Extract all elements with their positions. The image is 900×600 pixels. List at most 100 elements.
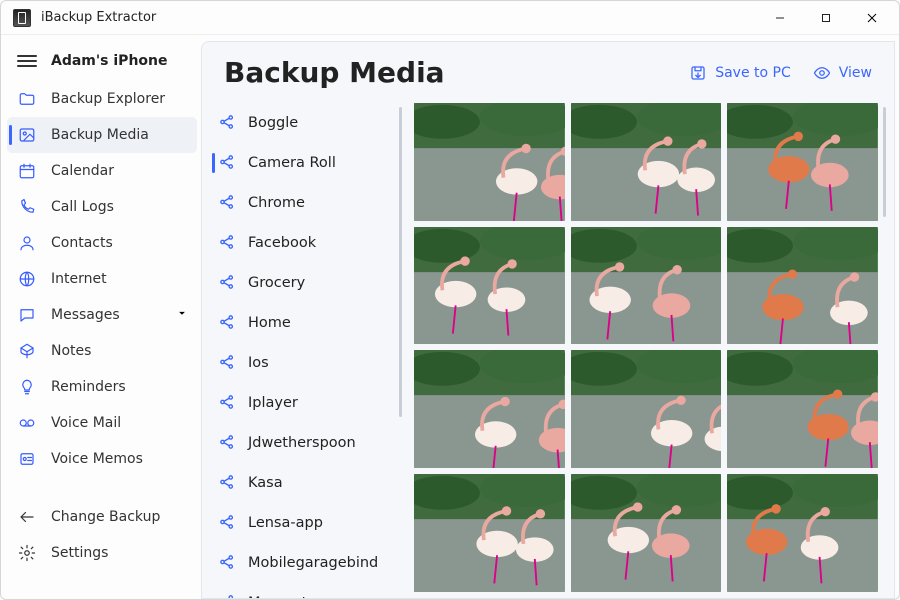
photo-thumbnail[interactable]: [727, 350, 878, 468]
album-item[interactable]: Facebook: [212, 223, 402, 263]
voicemail-icon: [17, 413, 37, 433]
album-item[interactable]: Grocery: [212, 263, 402, 303]
view-button[interactable]: View: [813, 64, 872, 82]
photo-thumbnail[interactable]: [414, 474, 565, 592]
contact-icon: [17, 233, 37, 253]
photo-grid: [414, 103, 878, 592]
photo-thumbnail[interactable]: [571, 474, 722, 592]
share-icon: [218, 393, 238, 413]
album-label: Boggle: [248, 115, 298, 131]
album-label: Chrome: [248, 195, 305, 211]
album-label: Moments: [248, 595, 315, 598]
photo-thumbnail[interactable]: [571, 227, 722, 345]
close-button[interactable]: [849, 1, 895, 35]
share-icon: [218, 233, 238, 253]
save-to-pc-label: Save to PC: [715, 65, 791, 81]
photo-thumbnail[interactable]: [727, 227, 878, 345]
sidebar-item-internet[interactable]: Internet: [7, 261, 197, 297]
photo-thumbnail[interactable]: [414, 103, 565, 221]
body: Adam's iPhone Backup Explorer Backup Medi…: [1, 35, 899, 599]
sidebar-item-contacts[interactable]: Contacts: [7, 225, 197, 261]
album-item[interactable]: Camera Roll: [212, 143, 402, 183]
minimize-button[interactable]: [757, 1, 803, 35]
sidebar-item-voice-mail[interactable]: Voice Mail: [7, 405, 197, 441]
photo-thumbnail[interactable]: [571, 350, 722, 468]
sidebar-item-backup-explorer[interactable]: Backup Explorer: [7, 81, 197, 117]
main-header: Backup Media Save to PC View: [202, 42, 894, 95]
share-icon: [218, 513, 238, 533]
app-window: iBackup Extractor Adam's iPhone Backup E…: [0, 0, 900, 600]
photo-icon: [17, 125, 37, 145]
album-item[interactable]: Mobilegaragebind: [212, 543, 402, 583]
photo-thumbnail[interactable]: [414, 350, 565, 468]
album-item[interactable]: Iplayer: [212, 383, 402, 423]
album-list: Boggle Camera Roll Chrome Facebook Grocery Ho…: [212, 103, 402, 598]
folder-icon: [17, 89, 37, 109]
main-panel: Backup Media Save to PC View Boggle Camer…: [201, 41, 895, 599]
album-item[interactable]: Lensa-app: [212, 503, 402, 543]
titlebar: iBackup Extractor: [1, 1, 899, 35]
sidebar-item-label: Backup Explorer: [51, 91, 189, 107]
album-item[interactable]: Ios: [212, 343, 402, 383]
photo-thumbnail[interactable]: [727, 474, 878, 592]
photo-grid-pane: [408, 103, 888, 598]
album-item[interactable]: Home: [212, 303, 402, 343]
save-to-pc-button[interactable]: Save to PC: [689, 64, 791, 82]
album-item[interactable]: Moments: [212, 583, 402, 598]
grid-scrollbar[interactable]: [883, 107, 886, 217]
sidebar-item-label: Voice Mail: [51, 415, 189, 431]
memo-icon: [17, 449, 37, 469]
album-scrollbar[interactable]: [399, 107, 402, 417]
album-label: Home: [248, 315, 291, 331]
sidebar: Adam's iPhone Backup Explorer Backup Medi…: [1, 35, 201, 599]
main-actions: Save to PC View: [689, 64, 872, 82]
album-item[interactable]: Kasa: [212, 463, 402, 503]
share-icon: [218, 153, 238, 173]
album-label: Facebook: [248, 235, 316, 251]
sidebar-item-reminders[interactable]: Reminders: [7, 369, 197, 405]
photo-thumbnail[interactable]: [414, 227, 565, 345]
share-icon: [218, 193, 238, 213]
album-item[interactable]: Boggle: [212, 103, 402, 143]
sidebar-item-label: Backup Media: [51, 127, 189, 143]
album-label: Ios: [248, 355, 269, 371]
sidebar-item-notes[interactable]: Notes: [7, 333, 197, 369]
sidebar-item-label: Internet: [51, 271, 189, 287]
share-icon: [218, 113, 238, 133]
back-icon: [17, 507, 37, 527]
note-icon: [17, 341, 37, 361]
sidebar-item-label: Notes: [51, 343, 189, 359]
sidebar-item-label: Settings: [51, 545, 189, 561]
share-icon: [218, 553, 238, 573]
sidebar-item-backup-media[interactable]: Backup Media: [7, 117, 197, 153]
share-icon: [218, 273, 238, 293]
sidebar-item-change-backup[interactable]: Change Backup: [7, 499, 197, 535]
main-body: Boggle Camera Roll Chrome Facebook Grocery Ho…: [202, 95, 894, 598]
page-title: Backup Media: [224, 56, 445, 89]
sidebar-item-label: Call Logs: [51, 199, 189, 215]
sidebar-item-label: Contacts: [51, 235, 189, 251]
sidebar-item-label: Voice Memos: [51, 451, 189, 467]
album-label: Camera Roll: [248, 155, 336, 171]
photo-thumbnail[interactable]: [571, 103, 722, 221]
sidebar-item-settings[interactable]: Settings: [7, 535, 197, 571]
sidebar-item-messages[interactable]: Messages: [7, 297, 197, 333]
share-icon: [218, 313, 238, 333]
album-item[interactable]: Jdwetherspoon: [212, 423, 402, 463]
app-title: iBackup Extractor: [41, 10, 156, 25]
maximize-button[interactable]: [803, 1, 849, 35]
sidebar-item-calendar[interactable]: Calendar: [7, 153, 197, 189]
sidebar-item-call-logs[interactable]: Call Logs: [7, 189, 197, 225]
device-name: Adam's iPhone: [51, 53, 168, 69]
sidebar-item-label: Reminders: [51, 379, 189, 395]
hamburger-icon[interactable]: [17, 55, 37, 67]
album-item[interactable]: Chrome: [212, 183, 402, 223]
album-label: Kasa: [248, 475, 283, 491]
album-label: Iplayer: [248, 395, 298, 411]
sidebar-item-voice-memos[interactable]: Voice Memos: [7, 441, 197, 477]
globe-icon: [17, 269, 37, 289]
photo-thumbnail[interactable]: [727, 103, 878, 221]
chevron-down-icon: [175, 306, 189, 324]
phone-icon: [17, 197, 37, 217]
calendar-icon: [17, 161, 37, 181]
